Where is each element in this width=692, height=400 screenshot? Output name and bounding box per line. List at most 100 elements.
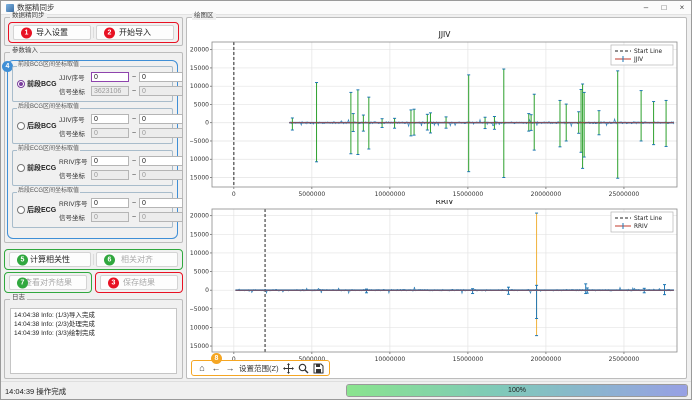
sync-groupbox: 数据精同步 1 导入设置 2 开始导入 (4, 17, 183, 46)
jjiv-index-start-input[interactable] (91, 114, 129, 124)
log-groupbox: 日志 14:04:38 Info: (1/3)导入完成 14:04:38 Inf… (4, 299, 183, 379)
svg-text:−5000: −5000 (190, 306, 209, 313)
svg-text:RRIV: RRIV (634, 224, 648, 230)
close-button[interactable]: × (673, 1, 691, 14)
param-box-front-bcg: 前段BCG区间坐标取值 前段BCG JJIV序号 ~ 信号坐标 (12, 66, 173, 102)
signal-coord-start-input (91, 128, 129, 138)
svg-text:10000: 10000 (190, 250, 209, 257)
button-divider (93, 254, 94, 265)
correlation-align-button[interactable]: 6 相关对齐 (96, 252, 178, 267)
sync-groupbox-title: 数据精同步 (10, 13, 47, 20)
jjiv-chart-canvas[interactable]: 0500000010000000150000002000000025000000… (190, 24, 686, 199)
param-box-title: 前段ECG区间坐标取值 (17, 146, 80, 152)
titlebar: 数据精同步 – □ × (1, 1, 691, 15)
home-icon[interactable]: ⌂ (197, 364, 207, 373)
field-label: 信号坐标 (59, 212, 91, 222)
svg-text:−5000: −5000 (190, 138, 209, 145)
signal-coord-start-input (91, 212, 129, 222)
app-icon (6, 4, 14, 12)
view-align-result-label: 查看对齐结果 (24, 277, 72, 288)
range-tilde: ~ (129, 130, 139, 137)
pan-icon[interactable] (283, 363, 294, 374)
log-groupbox-title: 日志 (10, 295, 27, 302)
progress-bar: 100% (346, 384, 688, 397)
svg-text:−10000: −10000 (190, 324, 209, 331)
params-groupbox-title: 参数输入 (10, 48, 40, 55)
signal-coord-start-input (91, 170, 129, 180)
radio-rear-ecg[interactable] (17, 206, 25, 214)
svg-text:10000: 10000 (190, 83, 209, 90)
range-tilde: ~ (129, 172, 139, 179)
field-label: 信号坐标 (59, 128, 91, 138)
svg-text:20000: 20000 (190, 47, 209, 54)
param-box-title: 前段BCG区间坐标取值 (17, 62, 80, 68)
plot-area-groupbox: 绘图区 050000001000000015000000200000002500… (186, 17, 687, 379)
maximize-button[interactable]: □ (655, 1, 673, 14)
param-box-rear-bcg: 后段BCG区间坐标取值 后段BCG JJIV序号 ~ 信号坐标 (12, 108, 173, 144)
field-label: JJIV序号 (59, 72, 91, 82)
rriv-chart-canvas[interactable]: 0500000010000000150000002000000025000000… (190, 200, 686, 364)
rriv-index-end-input[interactable] (139, 156, 183, 166)
actions-section: 5 计算相关性 6 相关对齐 7 查看对齐结果 (4, 249, 183, 293)
svg-text:−10000: −10000 (190, 156, 209, 163)
svg-text:20000000: 20000000 (531, 191, 562, 198)
radio-label: 前段BCG (27, 79, 57, 89)
param-box-title: 后段BCG区间坐标取值 (17, 104, 80, 110)
param-box-title: 后段ECG区间坐标取值 (17, 188, 80, 194)
save-icon[interactable] (313, 363, 324, 374)
annotation-box-correlation: 5 计算相关性 6 相关对齐 (4, 249, 183, 270)
signal-coord-end-input (139, 128, 183, 138)
svg-text:5000: 5000 (194, 101, 209, 108)
radio-rear-bcg[interactable] (17, 122, 25, 130)
jjiv-index-end-input[interactable] (139, 72, 183, 82)
view-align-result-button[interactable]: 7 查看对齐结果 (9, 275, 87, 290)
svg-text:10000000: 10000000 (375, 356, 406, 363)
radio-label: 后段ECG (27, 205, 56, 215)
annotation-badge-8: 8 (211, 353, 222, 364)
annotation-box-toolbar: 8 ⌂ ← → 设置范围(Z) (191, 360, 330, 376)
save-result-button[interactable]: 3 保存结果 (100, 275, 178, 290)
import-settings-button[interactable]: 1 导入设置 (13, 25, 91, 40)
jjiv-index-end-input[interactable] (139, 114, 183, 124)
range-tilde: ~ (129, 74, 139, 81)
back-icon[interactable]: ← (211, 364, 221, 373)
svg-text:25000000: 25000000 (609, 356, 640, 363)
radio-front-ecg[interactable] (17, 164, 25, 172)
annotation-badge-7: 7 (17, 277, 28, 288)
svg-text:−15000: −15000 (190, 175, 209, 182)
range-tilde: ~ (129, 214, 139, 221)
rriv-index-start-input[interactable] (91, 198, 129, 208)
save-result-label: 保存结果 (123, 277, 155, 288)
start-import-button[interactable]: 2 开始导入 (96, 25, 174, 40)
annotation-box-params: 4 前段BCG区间坐标取值 前段BCG JJIV序号 ~ (7, 60, 178, 239)
app-window: 数据精同步 – □ × 数据精同步 1 导入设置 2 开始导入 参数 (0, 0, 692, 400)
svg-text:0: 0 (205, 287, 209, 294)
svg-text:15000000: 15000000 (453, 191, 484, 198)
progress-label: 100% (347, 385, 687, 396)
forward-icon[interactable]: → (225, 364, 235, 373)
field-label: RRIV序号 (59, 156, 91, 166)
params-groupbox: 参数输入 4 前段BCG区间坐标取值 前段BCG JJIV序号 ~ (4, 52, 183, 243)
zoom-icon[interactable] (298, 363, 309, 374)
correlation-align-label: 相关对齐 (121, 254, 153, 265)
range-tilde: ~ (129, 88, 139, 95)
status-message: 14:04:39 操作完成 (5, 386, 66, 397)
plot-area-title: 绘图区 (192, 13, 216, 20)
rriv-index-start-input[interactable] (91, 156, 129, 166)
signal-coord-end-input (139, 86, 183, 96)
calc-correlation-button[interactable]: 5 计算相关性 (9, 252, 91, 267)
rriv-index-end-input[interactable] (139, 198, 183, 208)
range-tilde: ~ (129, 200, 139, 207)
radio-front-bcg[interactable] (17, 80, 25, 88)
statusbar: 14:04:39 操作完成 100% (1, 381, 691, 399)
annotation-badge-1: 1 (21, 27, 32, 38)
jjiv-index-start-input[interactable] (91, 72, 129, 82)
svg-text:−15000: −15000 (190, 343, 209, 350)
set-range-button[interactable]: 设置范围(Z) (239, 363, 279, 374)
param-box-front-ecg: 前段ECG区间坐标取值 前段ECG RRIV序号 ~ 信号坐标 (12, 150, 173, 186)
log-list[interactable]: 14:04:38 Info: (1/3)导入完成 14:04:38 Info: … (10, 308, 177, 374)
minimize-button[interactable]: – (637, 1, 655, 14)
window-controls: – □ × (637, 1, 691, 14)
svg-text:5000: 5000 (194, 269, 209, 276)
svg-text:25000000: 25000000 (609, 191, 640, 198)
